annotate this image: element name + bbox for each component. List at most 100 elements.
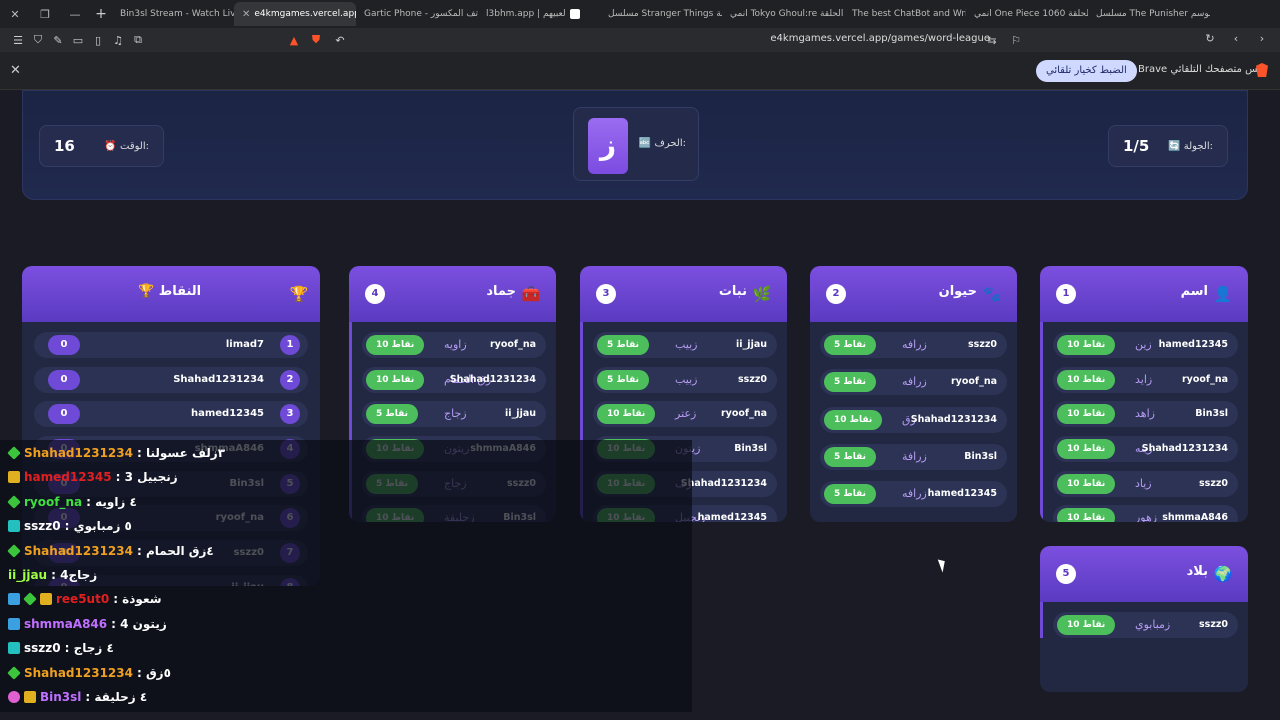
pen-icon[interactable]: ✎ bbox=[48, 34, 68, 47]
browser-tab[interactable]: مسلسل Stranger Things الحلقة bbox=[600, 2, 722, 26]
answer-username: Bin3sl bbox=[964, 450, 997, 462]
category-number: 4 bbox=[365, 284, 385, 304]
sidebar-menu-icon[interactable]: ☰ bbox=[8, 34, 28, 47]
chat-username: ryoof_na bbox=[24, 494, 83, 509]
browser-tab[interactable]: ✕ e4kmgames.vercel.app bbox=[234, 2, 356, 26]
chat-badge-icon bbox=[8, 691, 20, 703]
chat-username: shmmaA846 bbox=[24, 616, 108, 631]
points-badge: 5 نقاط bbox=[824, 335, 876, 355]
new-tab-button[interactable]: + bbox=[90, 6, 112, 22]
score-points: 0 bbox=[48, 404, 80, 425]
chat-badge-icon bbox=[7, 495, 21, 509]
answer-word: زرافه bbox=[902, 487, 927, 501]
score-rank: 1 bbox=[280, 335, 300, 355]
answer-row: 10 نقاط زعتر ryoof_na bbox=[593, 401, 777, 428]
points-badge: 10 نقاط bbox=[1057, 508, 1116, 522]
panel-icon[interactable]: ▯ bbox=[88, 34, 108, 47]
chat-username: Shahad1231234 bbox=[24, 446, 133, 460]
answer-word: زاويه bbox=[444, 338, 467, 351]
tab-close-icon[interactable]: ✕ bbox=[242, 9, 250, 20]
music-icon[interactable]: ♫ bbox=[108, 34, 128, 47]
category-header: 5 بلاد 🌍 bbox=[1040, 546, 1248, 602]
browser-tab[interactable]: انمي Tokyo Ghoul:re الحلقة bbox=[722, 2, 844, 26]
browser-tab[interactable]: l3bhm.app | لعبيهم bbox=[478, 2, 600, 26]
category-header: 2 حيوان 🐾 bbox=[810, 266, 1017, 322]
timer-value: 16 bbox=[54, 137, 75, 155]
answer-row: 5 نقاط زبيب ii_jjau bbox=[593, 332, 777, 358]
chat-username: Shahad1231234 bbox=[24, 543, 133, 558]
screenshot-icon[interactable]: ⧉ bbox=[128, 33, 148, 47]
chat-username: sszz0 bbox=[24, 519, 61, 534]
tab-label: انمي One Piece الحلقة 1060 bbox=[974, 9, 1088, 19]
chat-username: Bin3sl bbox=[40, 690, 82, 704]
timer-label: ⏰ الوقت: bbox=[104, 140, 149, 152]
address-bar[interactable]: e4kmgames.vercel.app/games/word-league bbox=[560, 33, 990, 47]
browser-tab[interactable]: Bin3sl Stream - Watch Live bbox=[112, 2, 234, 26]
browser-tab[interactable]: Gartic Phone - لعبة الهاتف المكسور bbox=[356, 2, 478, 26]
answer-row: 10 نقاط زينه Shahad1231234 bbox=[1053, 436, 1238, 463]
points-badge: 10 نقاط bbox=[597, 404, 656, 425]
set-default-button[interactable]: الضبط كخيار تلقائي bbox=[1036, 60, 1137, 82]
answer-username: Shahad1231234 bbox=[449, 373, 536, 385]
category-title: حيوان bbox=[938, 284, 977, 299]
chat-message: Shahad1231234: ٤زق الحمام bbox=[7, 540, 214, 562]
answer-word: زايد bbox=[1135, 372, 1153, 386]
restore-icon[interactable]: ❐ bbox=[30, 8, 60, 21]
answer-word: زبيب bbox=[675, 372, 698, 386]
answer-word: زرافه bbox=[902, 338, 927, 351]
site-settings-icon[interactable]: ⇆ bbox=[982, 34, 1002, 47]
window-icon[interactable]: ▭ bbox=[68, 34, 88, 47]
points-badge: 10 نقاط bbox=[1057, 335, 1116, 355]
chat-username: Shahad1231234 bbox=[24, 665, 133, 680]
infobar-message: Brave ليس متصفحك التلقائي. bbox=[1138, 64, 1267, 75]
score-points: 0 bbox=[48, 335, 80, 355]
chat-badge-icon bbox=[7, 665, 21, 680]
answer-username: hamed12345 bbox=[697, 512, 767, 522]
answer-row: 5 نقاط زرافه hamed12345 bbox=[820, 481, 1007, 508]
mouse-cursor-icon bbox=[937, 557, 949, 573]
answer-row: 10 نقاط زين hamed12345 bbox=[1053, 332, 1238, 358]
tab-label: l3bhm.app | لعبيهم bbox=[486, 9, 566, 19]
answer-username: ryoof_na bbox=[490, 339, 536, 350]
minimize-icon[interactable]: — bbox=[60, 8, 90, 21]
answer-row: 5 نقاط زبيب sszz0 bbox=[593, 366, 777, 393]
chat-username: sszz0 bbox=[24, 641, 61, 656]
tab-label: Gartic Phone - لعبة الهاتف المكسور bbox=[364, 9, 478, 19]
score-row: 0 Shahad1231234 2 bbox=[34, 366, 308, 393]
category-title: اسم bbox=[1180, 284, 1208, 299]
category-number: 2 bbox=[826, 284, 846, 304]
refresh-icon[interactable]: ↻ bbox=[1200, 32, 1220, 45]
answer-word: زجاج bbox=[444, 407, 467, 421]
reload-page-icon[interactable]: ↶ bbox=[330, 34, 350, 47]
trophy-icon: 🏆 bbox=[289, 285, 309, 303]
chat-badge-icon bbox=[7, 543, 21, 558]
brave-lion-icon[interactable]: ⛊ bbox=[306, 33, 326, 47]
bookmark-icon[interactable]: ⚐ bbox=[1006, 34, 1026, 47]
chat-badge-icon bbox=[8, 471, 20, 484]
answer-username: ryoof_na bbox=[951, 376, 997, 388]
shield-icon[interactable]: ⛉ bbox=[28, 33, 48, 47]
score-rank: 3 bbox=[280, 404, 300, 425]
answers-list: 10 نقاط زمبابوي sszz0 bbox=[1040, 602, 1248, 638]
answer-row: 10 نقاط زمبابوي sszz0 bbox=[1053, 612, 1238, 638]
forward-icon[interactable]: › bbox=[1252, 32, 1272, 45]
category-header: 1 اسم 👤 bbox=[1040, 266, 1248, 322]
category-title: نبات bbox=[718, 284, 747, 299]
brave-shield-icon[interactable]: ▲ bbox=[284, 34, 304, 47]
browser-tab[interactable]: مسلسل The Punisher الموسم bbox=[1088, 2, 1210, 26]
category-title: بلاد bbox=[1186, 564, 1208, 579]
chat-message: Shahad1231234: ٥زق bbox=[7, 662, 171, 684]
category-card: 2 حيوان 🐾 5 نقاط زرافه sszz0 5 نقاط زرافه ryoof_… bbox=[810, 266, 1017, 522]
browser-tab[interactable]: The best ChatBot and Writing bbox=[844, 2, 966, 26]
answer-word: زبيب bbox=[675, 338, 698, 351]
category-icon: 🌍 bbox=[1213, 565, 1233, 583]
answer-word: زياد bbox=[1135, 476, 1152, 490]
letter-label: 🔤 الحرف: bbox=[638, 138, 686, 149]
category-header: 3 نبات 🌿 bbox=[580, 266, 787, 322]
tab-label: e4kmgames.vercel.app bbox=[254, 9, 356, 19]
browser-tab[interactable]: انمي One Piece الحلقة 1060 bbox=[966, 2, 1088, 26]
browser-tab-bar: ✕ ❐ — + Bin3sl Stream - Watch Live ✕ e4kmg… bbox=[0, 0, 1280, 28]
close-icon[interactable]: ✕ bbox=[10, 63, 21, 78]
menu-icon[interactable]: ✕ bbox=[0, 8, 30, 21]
back-icon[interactable]: ‹ bbox=[1226, 32, 1246, 45]
